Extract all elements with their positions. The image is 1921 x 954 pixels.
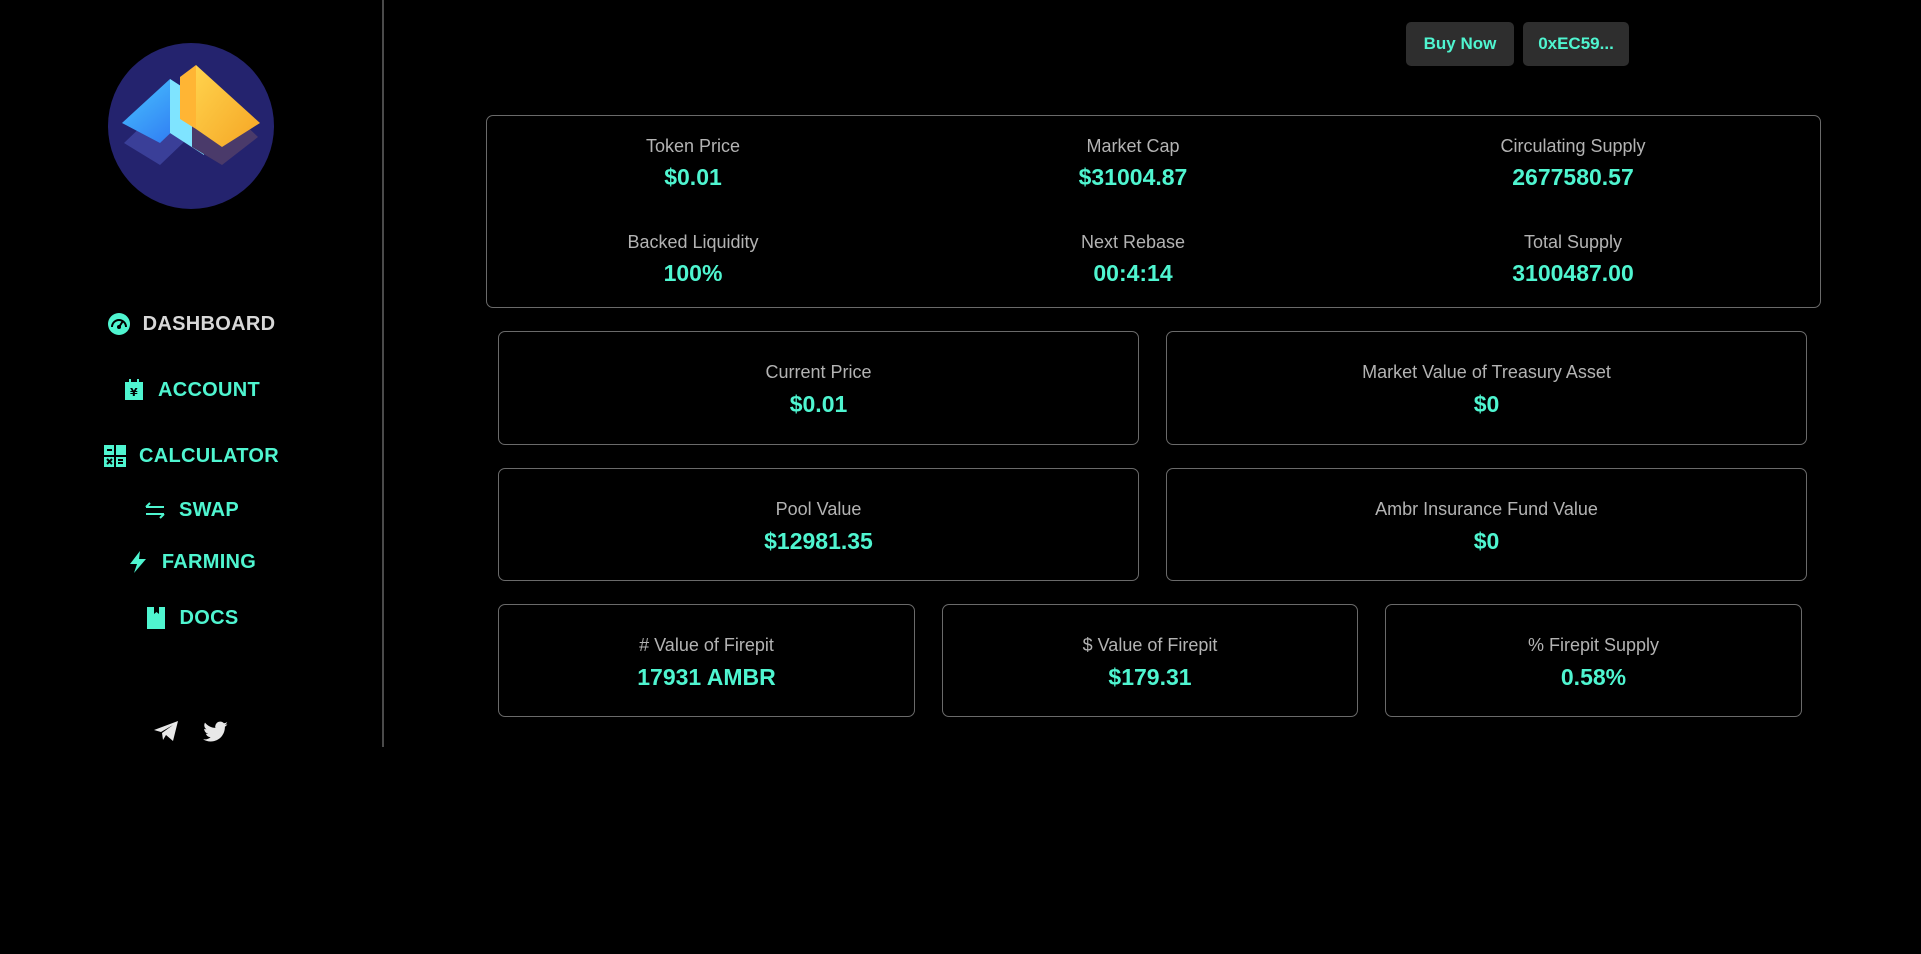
stat-value: $0 bbox=[1473, 391, 1500, 417]
nav-item-calculator[interactable]: CALCULATOR bbox=[0, 442, 382, 470]
stat-value: $31004.87 bbox=[1078, 164, 1188, 190]
stat-value: $12981.35 bbox=[764, 528, 873, 554]
firepit-pct-stat: % Firepit Supply 0.58% bbox=[1386, 635, 1801, 691]
stat-value: 100% bbox=[663, 260, 723, 286]
svg-text:¥: ¥ bbox=[130, 386, 138, 399]
stat-token-price: Token Price $0.01 bbox=[543, 136, 843, 191]
insurance-card: Ambr Insurance Fund Value $0 bbox=[1166, 468, 1807, 581]
app-root: DASHBOARD ¥ ACCOUNT CALCULATOR SWAP FARM… bbox=[0, 0, 1921, 954]
stat-label: $ Value of Firepit bbox=[1082, 635, 1218, 655]
nav-item-farming[interactable]: FARMING bbox=[0, 548, 382, 576]
insurance-stat: Ambr Insurance Fund Value $0 bbox=[1167, 499, 1806, 555]
nav-item-swap[interactable]: SWAP bbox=[0, 496, 382, 524]
stat-label: Pool Value bbox=[775, 499, 862, 519]
current-price-card: Current Price $0.01 bbox=[498, 331, 1139, 445]
dashboard-gauge-icon bbox=[107, 312, 131, 336]
stat-label: % Firepit Supply bbox=[1527, 635, 1660, 655]
stat-value: 0.58% bbox=[1560, 664, 1627, 690]
firepit-usd-card: $ Value of Firepit $179.31 bbox=[942, 604, 1358, 717]
stat-label: Market Value of Treasury Asset bbox=[1362, 362, 1611, 382]
logo-icon bbox=[122, 65, 260, 165]
nav-label-swap: SWAP bbox=[178, 498, 240, 521]
nav-label-calculator: CALCULATOR bbox=[138, 444, 280, 467]
swap-arrows-icon bbox=[143, 498, 167, 522]
stat-value: 00:4:14 bbox=[1093, 260, 1173, 286]
twitter-icon[interactable] bbox=[202, 717, 230, 745]
overview-card: Token Price $0.01 Market Cap $31004.87 C… bbox=[486, 115, 1821, 308]
stat-label: Total Supply bbox=[1523, 232, 1623, 252]
wallet-address-button[interactable]: 0xEC59... bbox=[1523, 22, 1629, 66]
stat-value: 2677580.57 bbox=[1512, 164, 1634, 190]
account-yen-icon: ¥ bbox=[122, 378, 146, 402]
stat-backed-liquidity: Backed Liquidity 100% bbox=[543, 232, 843, 287]
stat-label: Ambr Insurance Fund Value bbox=[1375, 499, 1598, 519]
stat-market-cap: Market Cap $31004.87 bbox=[983, 136, 1283, 191]
stat-label: Current Price bbox=[765, 362, 872, 382]
stat-value: $179.31 bbox=[1108, 664, 1192, 690]
nav-label-dashboard: DASHBOARD bbox=[142, 312, 276, 335]
stat-label: Token Price bbox=[645, 136, 741, 156]
stat-value: $0 bbox=[1473, 528, 1500, 554]
stat-value: 3100487.00 bbox=[1512, 260, 1634, 286]
buy-now-button[interactable]: Buy Now bbox=[1406, 22, 1514, 66]
firepit-usd-stat: $ Value of Firepit $179.31 bbox=[943, 635, 1357, 691]
firepit-count-stat: # Value of Firepit 17931 AMBR bbox=[499, 635, 914, 691]
treasury-card: Market Value of Treasury Asset $0 bbox=[1166, 331, 1807, 445]
firepit-pct-card: % Firepit Supply 0.58% bbox=[1385, 604, 1802, 717]
brand-logo[interactable] bbox=[108, 43, 274, 209]
stat-next-rebase: Next Rebase 00:4:14 bbox=[983, 232, 1283, 287]
stat-circulating-supply: Circulating Supply 2677580.57 bbox=[1423, 136, 1723, 191]
current-price-stat: Current Price $0.01 bbox=[499, 362, 1138, 418]
sidebar: DASHBOARD ¥ ACCOUNT CALCULATOR SWAP FARM… bbox=[0, 0, 384, 747]
stat-label: Backed Liquidity bbox=[627, 232, 759, 252]
nav-label-docs: DOCS bbox=[179, 606, 239, 629]
nav-label-farming: FARMING bbox=[161, 550, 257, 573]
stat-label: Circulating Supply bbox=[1500, 136, 1646, 156]
stat-label: Market Cap bbox=[1086, 136, 1180, 156]
treasury-stat: Market Value of Treasury Asset $0 bbox=[1167, 362, 1806, 418]
stat-value: $0.01 bbox=[789, 391, 848, 417]
calculator-icon bbox=[103, 444, 127, 468]
stat-value: 17931 AMBR bbox=[637, 664, 776, 690]
social-links bbox=[0, 717, 382, 745]
nav-label-account: ACCOUNT bbox=[157, 378, 261, 401]
nav-item-dashboard[interactable]: DASHBOARD bbox=[0, 310, 382, 338]
nav-item-docs[interactable]: DOCS bbox=[0, 604, 382, 632]
firepit-count-card: # Value of Firepit 17931 AMBR bbox=[498, 604, 915, 717]
stat-label: # Value of Firepit bbox=[639, 635, 774, 655]
stat-total-supply: Total Supply 3100487.00 bbox=[1423, 232, 1723, 287]
stat-value: $0.01 bbox=[664, 164, 722, 190]
telegram-icon[interactable] bbox=[152, 717, 180, 745]
stat-label: Next Rebase bbox=[1080, 232, 1186, 252]
pool-value-card: Pool Value $12981.35 bbox=[498, 468, 1139, 581]
lightning-icon bbox=[126, 550, 150, 574]
nav-item-account[interactable]: ¥ ACCOUNT bbox=[0, 376, 382, 404]
book-icon bbox=[144, 606, 168, 630]
pool-value-stat: Pool Value $12981.35 bbox=[499, 499, 1138, 555]
